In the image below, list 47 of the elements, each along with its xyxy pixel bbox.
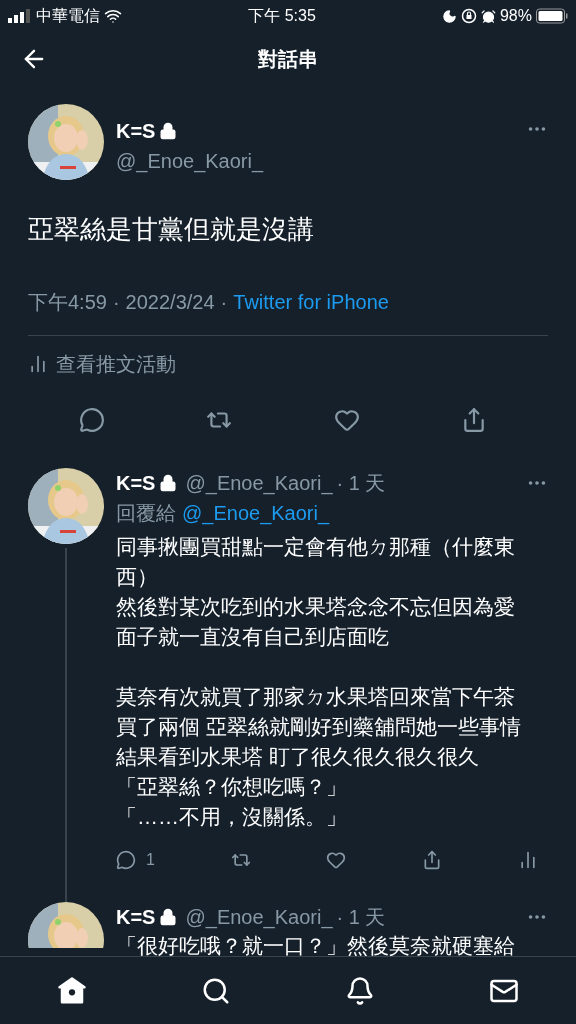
- lock-icon: [159, 122, 178, 140]
- battery-percent: 98%: [499, 6, 532, 26]
- reply-text-line: 「亞翠絲？你想吃嗎？」: [116, 774, 348, 800]
- reply-icon[interactable]: [116, 850, 136, 870]
- reply-text-line: 莫奈有次就買了那家ㄉ水果塔回來當下午茶: [116, 684, 516, 710]
- tweet-date: 2022/3/24: [125, 290, 215, 315]
- battery-icon: [536, 8, 568, 24]
- bell-icon[interactable]: [345, 975, 375, 1006]
- like-icon[interactable]: [326, 850, 347, 870]
- handle: @_Enoe_Kaori_: [116, 149, 265, 175]
- display-name: K=S: [116, 471, 156, 496]
- reply-icon[interactable]: [78, 407, 105, 433]
- reply-text-line: 買了兩個 亞翠絲就剛好到藥舖問她一些事情: [116, 714, 522, 740]
- handle: @_Enoe_Kaori_: [185, 905, 333, 931]
- alarm-icon: [480, 8, 496, 24]
- reply-text-line: 然後對某次吃到的水果塔念念不忘但因為愛面子就一直沒有自己到店面吃: [116, 594, 516, 650]
- mention-link[interactable]: @_Enoe_Kaori_: [182, 498, 330, 528]
- reply-text-line: 結果看到水果塔 盯了很久很久很久很久: [116, 744, 480, 770]
- tweet-text: 亞翠絲是甘黨但就是沒講: [28, 213, 315, 246]
- share-icon[interactable]: [422, 850, 443, 870]
- carrier-name: 中華電信: [36, 6, 100, 26]
- reply-text-line: 「……不用，沒關係。」: [116, 804, 348, 830]
- source-link[interactable]: Twitter for iPhone: [233, 287, 389, 317]
- tweet-time: 下午4:59: [28, 290, 107, 315]
- separator-dot: ·: [112, 290, 120, 315]
- separator-dot: ·: [220, 290, 228, 315]
- like-icon[interactable]: [333, 407, 360, 433]
- reply-count: 1: [146, 850, 155, 870]
- moon-icon: [441, 8, 457, 24]
- display-name: K=S: [116, 905, 156, 930]
- activity-link[interactable]: 查看推文活動: [56, 349, 176, 379]
- stats-icon: [28, 354, 48, 374]
- signal-icon: [8, 9, 32, 23]
- tweet-age: · 1 天: [336, 471, 386, 496]
- lock-icon: [159, 908, 178, 926]
- tweet-age: · 1 天: [336, 905, 386, 930]
- handle: @_Enoe_Kaori_: [185, 471, 333, 497]
- display-name: K=S: [116, 119, 156, 144]
- reply-to-label: 回覆給: [116, 501, 176, 526]
- reply-text: 「很好吃哦？就一口？」然後莫奈就硬塞給: [116, 933, 516, 956]
- rotation-lock-icon: [460, 8, 477, 24]
- home-icon[interactable]: [57, 975, 87, 1006]
- reply-text-line: 同事揪團買甜點一定會有他ㄉ那種（什麼東西）: [116, 534, 516, 590]
- lock-icon: [159, 474, 178, 492]
- clock: 下午 5:35: [248, 6, 316, 26]
- page-title: 對話串: [258, 47, 318, 72]
- wifi-icon: [104, 7, 122, 25]
